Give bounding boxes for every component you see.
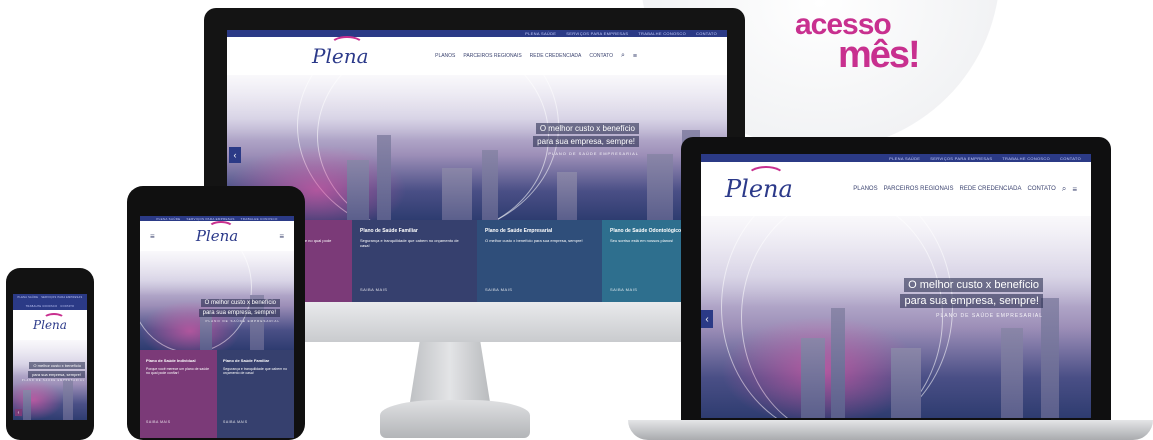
hamburger-icon[interactable]: ≡ xyxy=(1072,185,1077,194)
building xyxy=(377,135,391,220)
nav-item-rede[interactable]: REDE CREDENCIADA xyxy=(959,186,1021,192)
hero-caption: O melhor custo x benefício para sua empr… xyxy=(533,123,639,156)
search-icon[interactable]: ⌕ xyxy=(621,52,625,60)
phone-website-screen: PLENA SAÚDE SERVIÇOS PARA EMPRESAS TRABA… xyxy=(13,294,87,420)
hero-headline-1: O melhor custo x benefício xyxy=(200,299,280,307)
nav-item-parceiros[interactable]: PARCEIROS REGIONAIS xyxy=(884,186,954,192)
plena-logo[interactable]: Plena xyxy=(725,166,793,203)
topbar-link[interactable]: PLENA SAÚDE xyxy=(18,296,39,299)
building xyxy=(1041,298,1059,418)
hero-label: PLANO DE SAÚDE EMPRESARIAL xyxy=(21,380,85,382)
main-nav: PLANOS PARCEIROS REGIONAIS REDE CREDENCI… xyxy=(435,52,637,60)
site-header: Plena xyxy=(13,310,87,340)
topbar-link[interactable]: PLENA SAÚDE xyxy=(889,156,920,161)
topbar-link[interactable]: CONTATO xyxy=(696,31,717,36)
hero-headline-2: para sua empresa, sempre! xyxy=(198,309,280,317)
laptop-website-screen: PLENA SAÚDE SERVIÇOS PARA EMPRESAS TRABA… xyxy=(701,154,1091,418)
plan-card[interactable]: Plano de Saúde Individual Porque você me… xyxy=(140,350,217,438)
monitor-stand-base xyxy=(380,400,530,438)
topbar-link[interactable]: TRABALHE CONOSCO xyxy=(1002,156,1050,161)
plan-card[interactable]: Plano de Saúde Empresarial O melhor cust… xyxy=(477,220,602,302)
hamburger-icon[interactable]: ≡ xyxy=(279,232,284,241)
main-nav: PLANOS PARCEIROS REGIONAIS REDE CREDENCI… xyxy=(853,184,1077,194)
logo-swoosh-icon xyxy=(747,166,785,186)
promo-text-line2: mês! xyxy=(838,34,921,76)
hero-banner: O melhor custo x benefício para sua empr… xyxy=(140,251,294,350)
tablet-website-screen: PLENA SAÚDE SERVIÇOS PARA EMPRESAS TRABA… xyxy=(140,216,294,438)
hero-caption: O melhor custo x benefício para sua empr… xyxy=(198,299,280,323)
building xyxy=(23,390,31,420)
topbar-link[interactable]: CONTATO xyxy=(1060,156,1081,161)
building xyxy=(347,160,369,220)
topbar-link[interactable]: SERVIÇOS PARA EMPRESAS xyxy=(930,156,992,161)
chevron-left-icon[interactable]: ‹ xyxy=(701,310,713,328)
nav-item-contato[interactable]: CONTATO xyxy=(1028,186,1056,192)
building xyxy=(891,348,921,418)
top-bar: PLENA SAÚDE SERVIÇOS PARA EMPRESAS TRABA… xyxy=(13,294,87,310)
building xyxy=(647,154,673,220)
chevron-left-icon[interactable]: ‹ xyxy=(229,147,241,163)
hero-headline-2: para sua empresa, sempre! xyxy=(28,371,85,378)
nav-item-contato[interactable]: CONTATO xyxy=(589,53,613,59)
site-header: Plena PLANOS PARCEIROS REGIONAIS REDE CR… xyxy=(701,162,1091,216)
chevron-left-icon[interactable]: ‹ xyxy=(15,409,22,416)
hero-headline-2: para sua empresa, sempre! xyxy=(900,294,1043,308)
topbar-link[interactable]: CONTATO xyxy=(60,305,74,308)
hero-headline-2: para sua empresa, sempre! xyxy=(533,136,639,147)
hero-headline-1: O melhor custo x benefício xyxy=(535,123,639,134)
plan-card[interactable]: Plano de Saúde Familiar Segurança e tran… xyxy=(217,350,294,438)
nav-item-rede[interactable]: REDE CREDENCIADA xyxy=(530,53,582,59)
hero-label: PLANO DE SAÚDE EMPRESARIAL xyxy=(205,319,280,323)
topbar-link[interactable]: PLENA SAÚDE xyxy=(525,31,556,36)
plena-logo[interactable]: Plena xyxy=(312,36,369,68)
building xyxy=(63,380,73,420)
site-header: Plena PLANOS PARCEIROS REGIONAIS REDE CR… xyxy=(227,36,727,75)
hero-headline-1: O melhor custo x benefício xyxy=(29,362,85,369)
logo-swoosh-icon xyxy=(43,313,66,325)
topbar-link[interactable]: PLENA SAÚDE xyxy=(156,217,180,221)
topbar-link[interactable]: TRABALHE CONOSCO xyxy=(26,305,58,308)
building xyxy=(482,150,498,220)
nav-item-planos[interactable]: PLANOS xyxy=(435,53,455,59)
topbar-link[interactable]: SERVIÇOS PARA EMPRESAS xyxy=(566,31,628,36)
hero-banner: O melhor custo x benefício para sua empr… xyxy=(13,340,87,420)
hamburger-icon[interactable]: ≡ xyxy=(150,232,155,241)
building xyxy=(557,172,577,220)
monitor-stand-neck xyxy=(410,342,490,402)
search-icon[interactable]: ⌕ xyxy=(1062,184,1066,194)
top-bar: PLENA SAÚDE SERVIÇOS PARA EMPRESAS TRABA… xyxy=(701,154,1091,162)
hamburger-icon[interactable]: ≡ xyxy=(633,53,637,60)
hero-caption: O melhor custo x benefício para sua empr… xyxy=(900,278,1043,319)
topbar-link[interactable]: TRABALHE CONOSCO xyxy=(241,217,278,221)
plena-logo[interactable]: Plena xyxy=(196,221,238,245)
site-header: ≡ Plena ≡ xyxy=(140,221,294,251)
nav-item-planos[interactable]: PLANOS xyxy=(853,186,877,192)
laptop-base xyxy=(628,420,1153,440)
hero-banner: O melhor custo x benefício para sua empr… xyxy=(701,216,1091,418)
building xyxy=(831,308,845,418)
plan-card[interactable]: Plano de Saúde Familiar Segurança e tran… xyxy=(352,220,477,302)
plena-logo[interactable]: Plena xyxy=(33,313,67,332)
building xyxy=(442,168,472,220)
nav-item-parceiros[interactable]: PARCEIROS REGIONAIS xyxy=(463,53,521,59)
topbar-link[interactable]: TRABALHE CONOSCO xyxy=(638,31,686,36)
building xyxy=(801,338,825,418)
topbar-link[interactable]: SERVIÇOS PARA EMPRESAS xyxy=(41,296,82,299)
logo-swoosh-icon xyxy=(207,221,234,235)
plan-cards: Plano de Saúde Individual Porque você me… xyxy=(140,350,294,438)
hero-label: PLANO DE SAÚDE EMPRESARIAL xyxy=(936,313,1043,319)
hero-caption: O melhor custo x benefício para sua empr… xyxy=(22,362,85,382)
hero-label: PLANO DE SAÚDE EMPRESARIAL xyxy=(548,151,639,156)
logo-swoosh-icon xyxy=(330,36,364,54)
hero-headline-1: O melhor custo x benefício xyxy=(904,278,1043,292)
building xyxy=(1001,328,1023,418)
topbar-link[interactable]: SERVIÇOS PARA EMPRESAS xyxy=(187,217,235,221)
top-bar: PLENA SAÚDE SERVIÇOS PARA EMPRESAS TRABA… xyxy=(227,30,727,37)
